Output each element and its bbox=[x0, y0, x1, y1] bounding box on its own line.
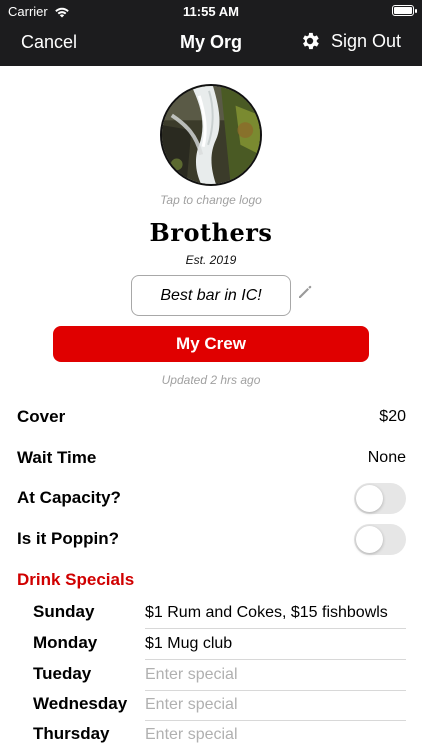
battery-icon bbox=[392, 5, 417, 16]
special-input[interactable]: $1 Mug club bbox=[145, 629, 406, 660]
cover-row[interactable]: Cover $20 bbox=[17, 402, 406, 432]
day-label: Monday bbox=[33, 633, 98, 652]
status-time: 11:55 AM bbox=[183, 4, 239, 19]
tagline-field[interactable]: Best bar in IC! bbox=[131, 275, 291, 316]
wait-time-label: Wait Time bbox=[17, 448, 97, 467]
wait-time-row[interactable]: Wait Time None bbox=[17, 443, 406, 473]
toggle-knob bbox=[356, 484, 383, 512]
special-input[interactable]: Enter special bbox=[145, 690, 406, 721]
wait-time-value[interactable]: None bbox=[368, 449, 406, 467]
at-capacity-toggle[interactable] bbox=[354, 482, 406, 514]
at-capacity-row: At Capacity? bbox=[17, 482, 406, 514]
waterfall-image bbox=[162, 86, 260, 184]
gear-icon[interactable] bbox=[299, 30, 321, 52]
sign-out-button[interactable]: Sign Out bbox=[331, 31, 401, 52]
top-bar: Carrier 11:55 AM Cancel My Org Sign Out bbox=[0, 0, 422, 66]
cover-label: Cover bbox=[17, 407, 66, 426]
special-row-tuesday: Tueday Enter special bbox=[33, 660, 406, 691]
cover-value[interactable]: $20 bbox=[379, 408, 406, 426]
day-label: Thursday bbox=[33, 724, 110, 743]
special-input[interactable]: Enter special bbox=[145, 720, 406, 750]
special-row-monday: Monday $1 Mug club bbox=[33, 629, 406, 660]
special-row-thursday: Thursday Enter special bbox=[33, 720, 406, 750]
is-it-poppin-row: Is it Poppin? bbox=[17, 523, 406, 555]
at-capacity-label: At Capacity? bbox=[17, 488, 121, 507]
my-crew-button[interactable]: My Crew bbox=[53, 326, 369, 362]
day-label: Sunday bbox=[33, 602, 95, 621]
toggle-knob bbox=[356, 525, 383, 553]
special-input[interactable]: Enter special bbox=[145, 660, 406, 691]
special-row-sunday: Sunday $1 Rum and Cokes, $15 fishbowls bbox=[33, 598, 406, 629]
updated-timestamp: Updated 2 hrs ago bbox=[161, 373, 261, 387]
day-label: Wednesday bbox=[33, 694, 128, 713]
nav-right-group: Sign Out bbox=[299, 30, 401, 52]
status-bar: Carrier 11:55 AM bbox=[0, 0, 422, 22]
pencil-icon[interactable] bbox=[297, 284, 313, 300]
navigation-bar: Cancel My Org Sign Out bbox=[0, 22, 422, 66]
is-it-poppin-toggle[interactable] bbox=[354, 523, 406, 555]
special-input[interactable]: $1 Rum and Cokes, $15 fishbowls bbox=[145, 598, 406, 629]
logo-hint: Tap to change logo bbox=[160, 193, 262, 207]
org-logo[interactable] bbox=[160, 84, 262, 186]
org-name: Brothers bbox=[149, 218, 273, 247]
drink-specials-heading: Drink Specials bbox=[17, 570, 135, 589]
day-label: Tueday bbox=[33, 664, 92, 683]
established-year: Est. 2019 bbox=[185, 253, 237, 267]
is-it-poppin-label: Is it Poppin? bbox=[17, 529, 119, 548]
special-row-wednesday: Wednesday Enter special bbox=[33, 690, 406, 721]
